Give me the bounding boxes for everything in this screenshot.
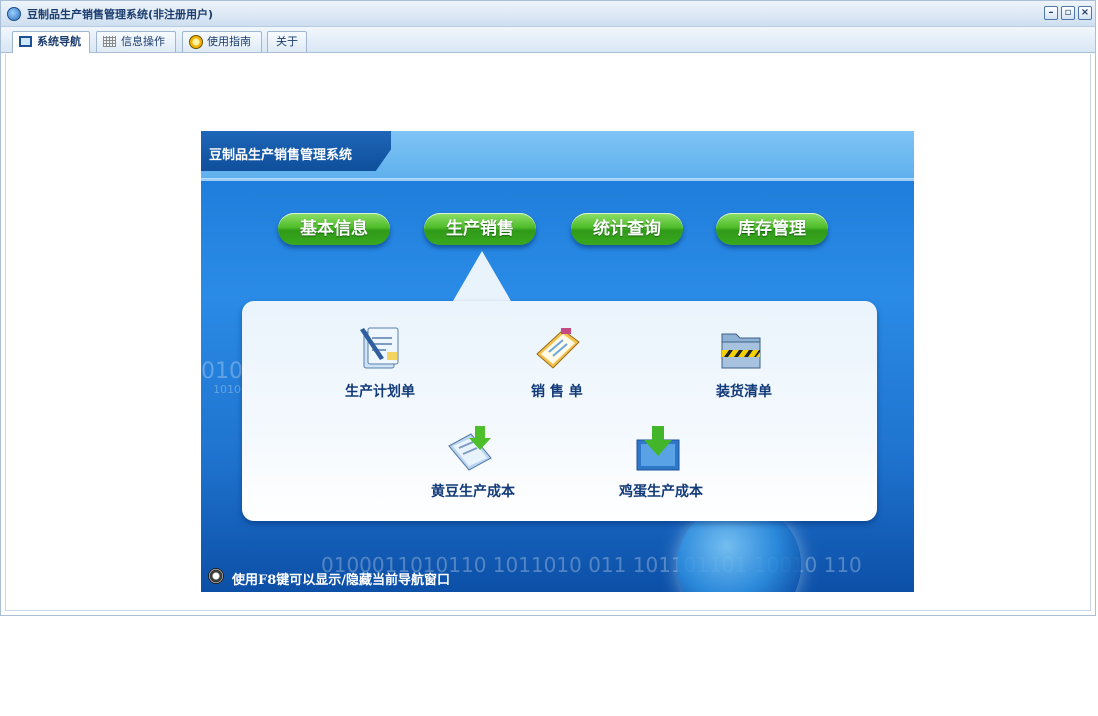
sales-order-label: 销 售 单: [531, 384, 583, 400]
tab-about[interactable]: 关于: [267, 31, 307, 52]
title-bar[interactable]: 豆制品生产销售管理系统(非注册用户) – ▫ ×: [1, 1, 1095, 27]
sales-clipboard-icon: [536, 328, 580, 369]
production-plan-label: 生产计划单: [345, 384, 415, 400]
soybean-cost-item[interactable]: 黄豆生产成本: [429, 424, 519, 504]
info-bullet-icon: [208, 568, 224, 584]
menu-production-sales-button[interactable]: 生产销售: [424, 213, 536, 245]
f8-hint-text: 使用F8键可以显示/隐藏当前导航窗口: [232, 573, 451, 588]
tab-system-navigation[interactable]: 系统导航: [12, 31, 90, 53]
soybean-cost-label: 黄豆生产成本: [431, 484, 515, 500]
minimize-button[interactable]: –: [1044, 6, 1058, 20]
egg-cost-item[interactable]: 鸡蛋生产成本: [617, 424, 707, 504]
shipping-folder-icon: [721, 333, 761, 369]
production-plan-item[interactable]: 生产计划单: [341, 324, 421, 404]
help-icon: [189, 35, 203, 49]
binary-decoration: 010: [201, 359, 243, 384]
grid-icon: [103, 36, 116, 47]
sales-order-item[interactable]: 销 售 单: [521, 324, 601, 404]
soybean-cost-icon: [448, 426, 492, 471]
menu-inventory-button[interactable]: 库存管理: [716, 213, 828, 245]
egg-cost-icon: [636, 426, 680, 471]
monitor-icon: [19, 36, 32, 47]
shipping-list-label: 装货清单: [716, 384, 772, 400]
selection-pointer: [453, 251, 511, 301]
menu-basic-info-button[interactable]: 基本信息: [278, 213, 390, 245]
panel-title: 豆制品生产销售管理系统: [209, 148, 353, 163]
close-button[interactable]: ×: [1078, 6, 1092, 20]
shipping-list-item[interactable]: 装货清单: [706, 324, 786, 404]
plan-document-icon: [360, 327, 399, 369]
tab-information-operations[interactable]: 信息操作: [96, 31, 176, 52]
menu-statistics-query-button[interactable]: 统计查询: [571, 213, 683, 245]
navigation-panel: 豆制品生产销售管理系统 010 10100 0100011010110 1011…: [201, 131, 914, 592]
panel-title-plate: 豆制品生产销售管理系统: [201, 131, 391, 171]
restore-button[interactable]: ▫: [1061, 6, 1075, 20]
app-logo-icon: [7, 7, 21, 21]
window-title: 豆制品生产销售管理系统(非注册用户): [27, 8, 214, 21]
tab-user-guide[interactable]: 使用指南: [182, 31, 262, 52]
egg-cost-label: 鸡蛋生产成本: [619, 484, 703, 500]
header-divider: [201, 178, 914, 181]
tab-bar: 系统导航 信息操作 使用指南 关于: [1, 27, 1095, 53]
